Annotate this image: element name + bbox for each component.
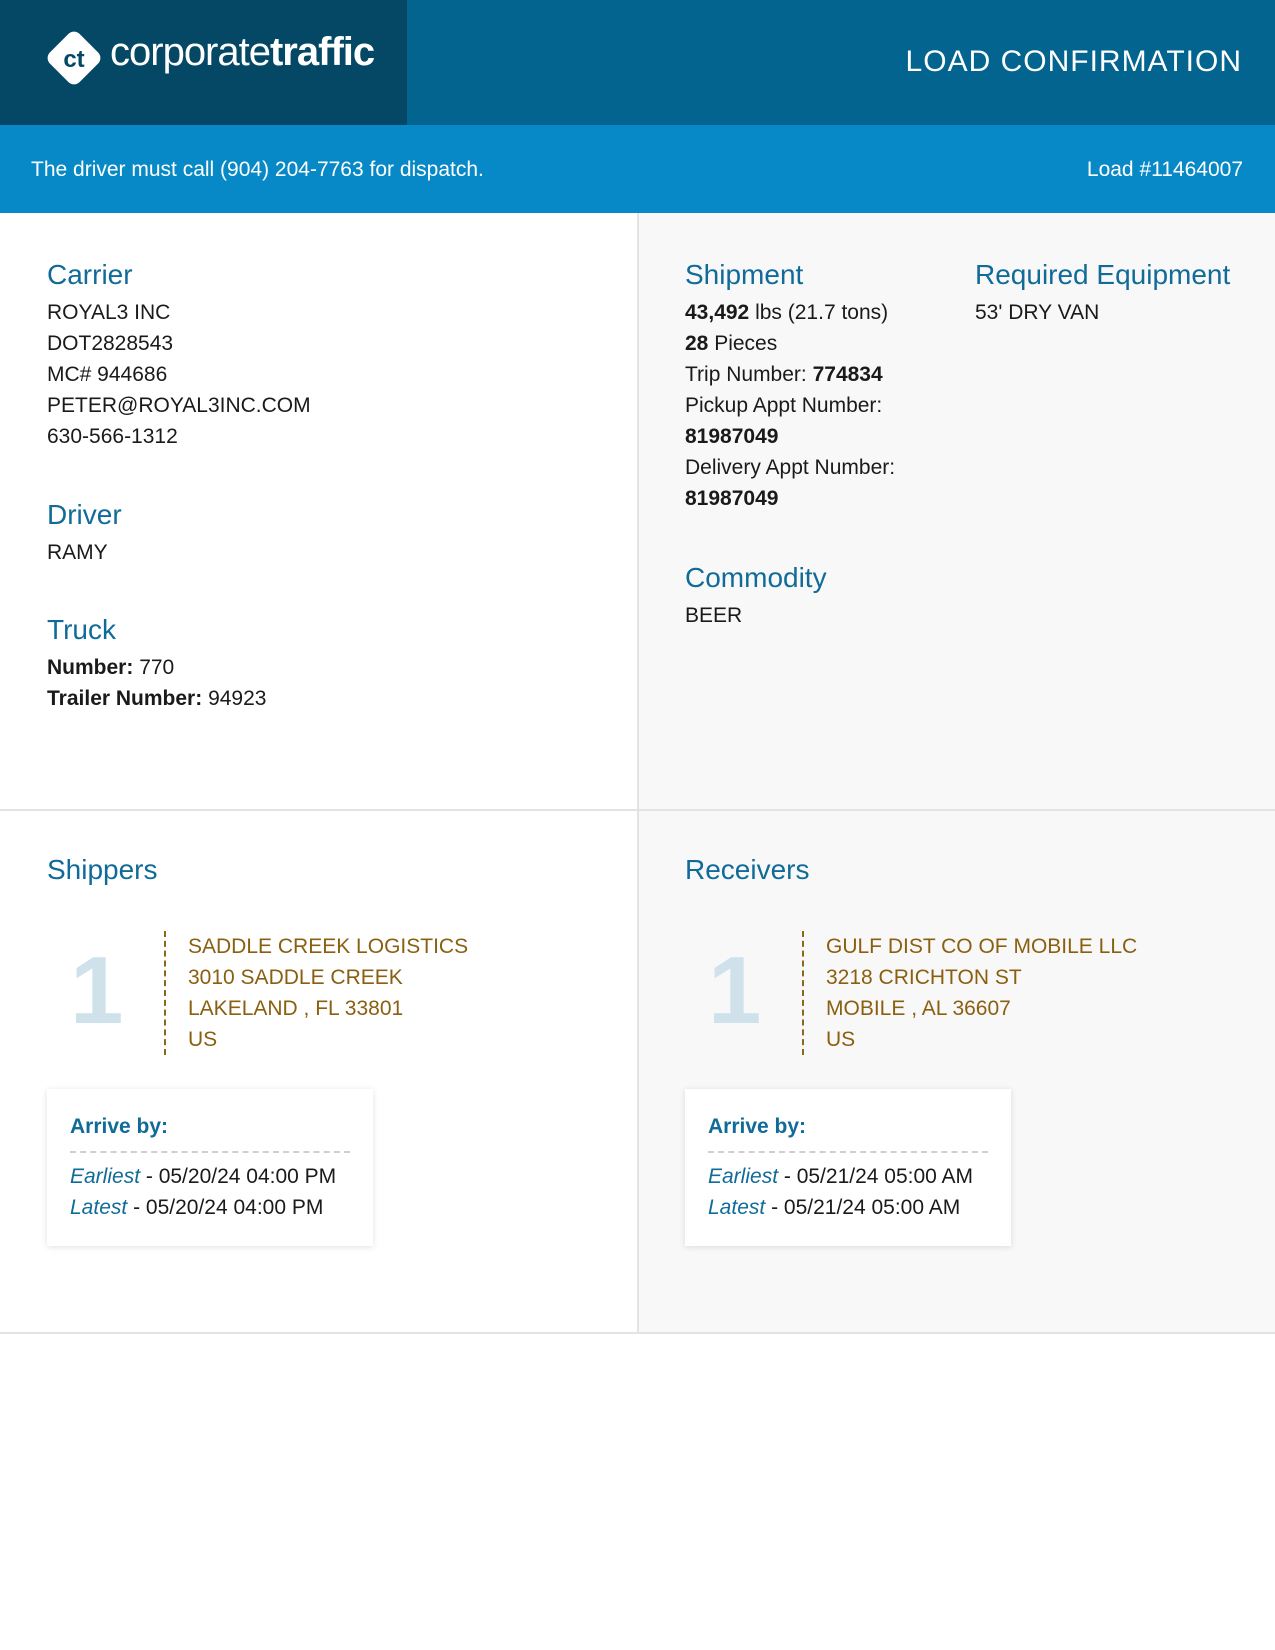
shipment-weight: 43,492 lbs (21.7 tons) bbox=[685, 301, 889, 324]
divider bbox=[70, 1151, 350, 1153]
shipment-section: Shipment 43,492 lbs (21.7 tons) 28 Piece… bbox=[685, 259, 895, 514]
shipper-arrive-title: Arrive by: bbox=[70, 1115, 169, 1138]
shippers-title: Shippers bbox=[47, 854, 158, 885]
driver-name: RAMY bbox=[47, 541, 108, 564]
equipment-title: Required Equipment bbox=[975, 259, 1231, 290]
shipment-pieces: 28 Pieces bbox=[685, 332, 778, 355]
shipper-country: US bbox=[188, 1028, 218, 1051]
commodity-section: Commodity BEER bbox=[685, 562, 827, 631]
ct-logo-icon: ct bbox=[47, 31, 101, 85]
receivers-panel: Receivers 1 GULF DIST CO OF MOBILE LLC 3… bbox=[639, 811, 1275, 1334]
shipper-stop-number: 1 bbox=[70, 937, 124, 1044]
receiver-latest: Latest - 05/21/24 05:00 AM bbox=[708, 1196, 961, 1219]
shipper-latest: Latest - 05/20/24 04:00 PM bbox=[70, 1196, 324, 1219]
pickup-appt-label: Pickup Appt Number: bbox=[685, 394, 883, 417]
commodity-title: Commodity bbox=[685, 562, 827, 593]
receiver-city: MOBILE , AL 36607 bbox=[826, 997, 1011, 1020]
receiver-stop-number: 1 bbox=[708, 937, 762, 1044]
equipment-value: 53' DRY VAN bbox=[975, 301, 1100, 324]
truck-section: Truck Number: 770 Trailer Number: 94923 bbox=[47, 614, 266, 714]
shipper-name: SADDLE CREEK LOGISTICS bbox=[188, 935, 469, 958]
shipper-arrive-card: Arrive by: Earliest - 05/20/24 04:00 PM … bbox=[47, 1089, 373, 1246]
shipment-title: Shipment bbox=[685, 259, 804, 290]
carrier-name: ROYAL3 INC bbox=[47, 301, 171, 324]
carrier-section: Carrier ROYAL3 INC DOT2828543 MC# 944686… bbox=[47, 259, 311, 452]
dispatch-bar: The driver must call (904) 204-7763 for … bbox=[0, 125, 1275, 213]
receiver-arrive-title: Arrive by: bbox=[708, 1115, 807, 1138]
trip-number: Trip Number: 774834 bbox=[685, 363, 883, 386]
truck-number: Number: 770 bbox=[47, 656, 175, 679]
receivers-title: Receivers bbox=[685, 854, 810, 885]
carrier-phone: 630-566-1312 bbox=[47, 425, 178, 448]
equipment-section: Required Equipment 53' DRY VAN bbox=[975, 259, 1230, 328]
delivery-appt-label: Delivery Appt Number: bbox=[685, 456, 896, 479]
svg-text:ct: ct bbox=[63, 46, 84, 73]
dispatch-instructions: The driver must call (904) 204-7763 for … bbox=[31, 158, 484, 181]
logo-wordmark: corporatetraffic bbox=[110, 30, 375, 74]
receiver-arrive-card: Arrive by: Earliest - 05/21/24 05:00 AM … bbox=[685, 1089, 1011, 1246]
carrier-dot: DOT2828543 bbox=[47, 332, 174, 355]
shippers-panel: Shippers 1 SADDLE CREEK LOGISTICS 3010 S… bbox=[0, 811, 639, 1334]
delivery-appt-number: 81987049 bbox=[685, 487, 779, 510]
driver-title: Driver bbox=[47, 499, 122, 530]
receivers-section: Receivers bbox=[685, 854, 809, 892]
truck-title: Truck bbox=[47, 614, 116, 645]
shippers-section: Shippers bbox=[47, 854, 158, 892]
receiver-country: US bbox=[826, 1028, 856, 1051]
logo: ct corporatetraffic bbox=[0, 0, 407, 125]
carrier-title: Carrier bbox=[47, 259, 133, 290]
shipper-address: SADDLE CREEK LOGISTICS 3010 SADDLE CREEK… bbox=[164, 931, 468, 1055]
driver-section: Driver RAMY bbox=[47, 499, 122, 568]
load-number: Load #11464007 bbox=[1086, 158, 1243, 181]
receiver-address: GULF DIST CO OF MOBILE LLC 3218 CRICHTON… bbox=[802, 931, 1137, 1055]
commodity-value: BEER bbox=[685, 604, 743, 627]
divider bbox=[708, 1151, 988, 1153]
carrier-mc: MC# 944686 bbox=[47, 363, 168, 386]
document-title: LOAD CONFIRMATION bbox=[905, 45, 1242, 78]
shipper-earliest: Earliest - 05/20/24 04:00 PM bbox=[70, 1165, 337, 1188]
shipper-city: LAKELAND , FL 33801 bbox=[188, 997, 404, 1020]
carrier-email: PETER@ROYAL3INC.COM bbox=[47, 394, 311, 417]
receiver-earliest: Earliest - 05/21/24 05:00 AM bbox=[708, 1165, 974, 1188]
header: ct corporatetraffic LOAD CONFIRMATION bbox=[0, 0, 1275, 125]
receiver-street: 3218 CRICHTON ST bbox=[826, 966, 1022, 989]
receiver-name: GULF DIST CO OF MOBILE LLC bbox=[826, 935, 1138, 958]
shipper-street: 3010 SADDLE CREEK bbox=[188, 966, 403, 989]
pickup-appt-number: 81987049 bbox=[685, 425, 779, 448]
carrier-panel: Carrier ROYAL3 INC DOT2828543 MC# 944686… bbox=[0, 213, 639, 811]
shipment-panel: Shipment 43,492 lbs (21.7 tons) 28 Piece… bbox=[639, 213, 1275, 811]
trailer-number: Trailer Number: 94923 bbox=[47, 687, 267, 710]
